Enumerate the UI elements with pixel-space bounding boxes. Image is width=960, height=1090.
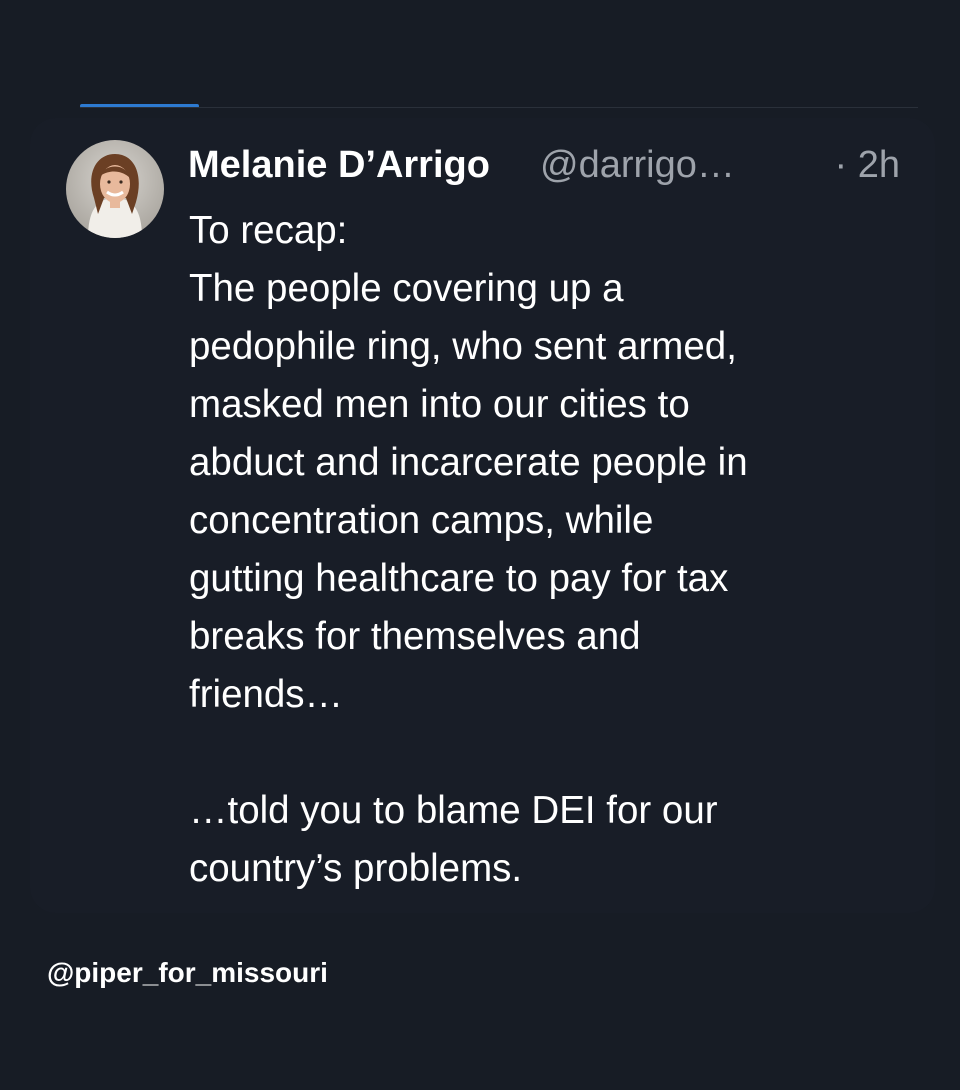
author-handle[interactable]: @darrigo… — [540, 140, 735, 190]
post-text-ending: …told you to blame DEI for our country’s… — [189, 789, 718, 890]
post-text-main: To recap: The people covering up a pedop… — [189, 209, 748, 716]
header-divider — [80, 107, 918, 108]
watermark-handle: @piper_for_missouri — [47, 957, 328, 988]
author-name[interactable]: Melanie D’Arrigo — [188, 140, 490, 190]
user-avatar-photo-icon — [66, 140, 164, 238]
post-timestamp[interactable]: · 2h — [835, 140, 900, 190]
post-text: To recap: The people covering up a pedop… — [189, 202, 909, 898]
author-avatar[interactable] — [66, 140, 164, 238]
post-header: Melanie D’Arrigo @darrigo… · 2h — [188, 140, 908, 190]
